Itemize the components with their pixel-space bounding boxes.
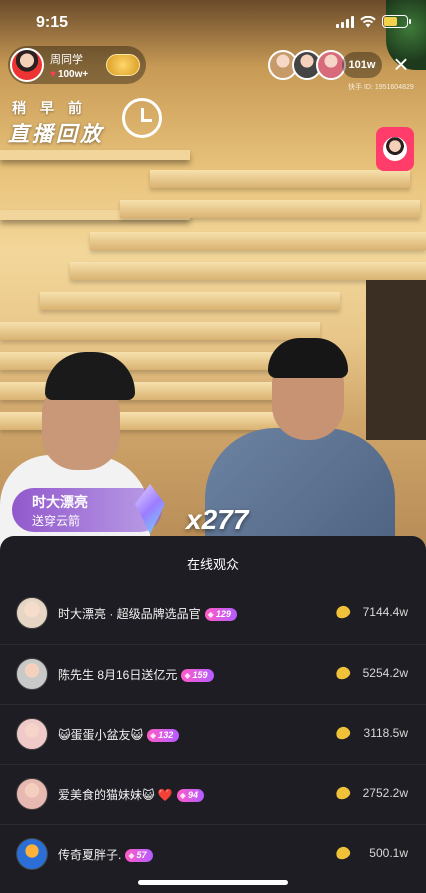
cellular-signal-icon <box>336 15 354 28</box>
coin-icon <box>334 603 352 621</box>
coin-icon <box>334 844 352 862</box>
stair <box>40 292 340 310</box>
stair <box>90 232 426 250</box>
coin-icon <box>334 724 352 742</box>
level-badge: 94 <box>176 789 204 803</box>
audience-sheet: 在线观众 时大漂亮 · 超级品牌选品官129 7144.4w 陈先生 8月16日… <box>0 536 426 893</box>
avatar[interactable] <box>16 838 48 870</box>
list-item[interactable]: 爱美食的猫妹妹😺 ❤️94 2752.2w <box>0 764 426 824</box>
contribution-amount: 2752.2w <box>362 786 408 800</box>
stair <box>0 352 300 370</box>
user-name: 爱美食的猫妹妹😺 ❤️ <box>58 788 173 802</box>
heart-icon: ♥ <box>50 68 56 80</box>
battery-icon <box>382 15 411 28</box>
host-info[interactable]: 周同学 ♥ 100w+ <box>8 46 146 84</box>
coin-icon <box>334 664 352 682</box>
avatar[interactable] <box>16 718 48 750</box>
host-avatar[interactable] <box>10 48 44 82</box>
level-badge: 57 <box>125 849 153 863</box>
stair <box>120 200 420 218</box>
host-name: 周同学 <box>50 53 83 66</box>
coin-icon <box>334 784 352 802</box>
list-item[interactable]: 传奇夏胖子.57 500.1w <box>0 824 426 884</box>
home-indicator[interactable] <box>138 880 288 885</box>
clock-icon <box>122 98 162 138</box>
avatar[interactable] <box>16 778 48 810</box>
stair <box>70 262 426 280</box>
audience-list: 时大漂亮 · 超级品牌选品官129 7144.4w 陈先生 8月16日送亿元15… <box>0 584 426 884</box>
stair <box>0 382 290 400</box>
user-name: 时大漂亮 · 超级品牌选品官 <box>58 607 201 621</box>
list-item[interactable]: 😺蛋蛋小盆友😺132 3118.5w <box>0 704 426 764</box>
shelf <box>0 150 190 160</box>
user-name: 传奇夏胖子. <box>58 848 122 862</box>
level-badge: 159 <box>181 669 214 683</box>
list-item[interactable]: 陈先生 8月16日送亿元159 5254.2w <box>0 644 426 704</box>
user-name: 陈先生 8月16日送亿元 <box>58 668 178 682</box>
viewer-count[interactable]: 101w <box>342 52 382 78</box>
close-icon[interactable]: × <box>388 51 414 78</box>
contribution-amount: 7144.4w <box>362 605 408 619</box>
gift-count: x277 <box>186 504 249 535</box>
stair <box>0 322 320 340</box>
avatar[interactable] <box>16 658 48 690</box>
status-time: 9:15 <box>36 14 69 31</box>
status-bar: 9:15 <box>0 0 426 44</box>
contribution-amount: 5254.2w <box>362 666 408 680</box>
top-viewer-avatars[interactable] <box>268 50 346 80</box>
contribution-amount: 500.1w <box>369 846 408 860</box>
back-wall <box>366 280 426 440</box>
follow-badge-icon[interactable] <box>106 54 140 76</box>
gift-action: 送穿云箭 <box>32 514 81 528</box>
avatar[interactable] <box>16 597 48 629</box>
streamer-right-hair <box>268 338 348 378</box>
sheet-title: 在线观众 <box>186 557 239 572</box>
user-name: 😺蛋蛋小盆友😺 <box>58 728 144 742</box>
kuaishou-id: 快手 ID: 1951604829 <box>348 84 414 91</box>
level-badge: 129 <box>204 608 237 622</box>
gift-sender: 时大漂亮 <box>32 494 88 510</box>
host-likes: ♥ 100w+ <box>50 68 89 80</box>
wifi-icon <box>360 15 376 27</box>
stair <box>150 170 410 188</box>
contribution-amount: 3118.5w <box>363 726 408 740</box>
list-item[interactable]: 时大漂亮 · 超级品牌选品官129 7144.4w <box>0 584 426 644</box>
level-badge: 132 <box>147 729 180 743</box>
side-avatar-badge[interactable] <box>376 127 414 171</box>
